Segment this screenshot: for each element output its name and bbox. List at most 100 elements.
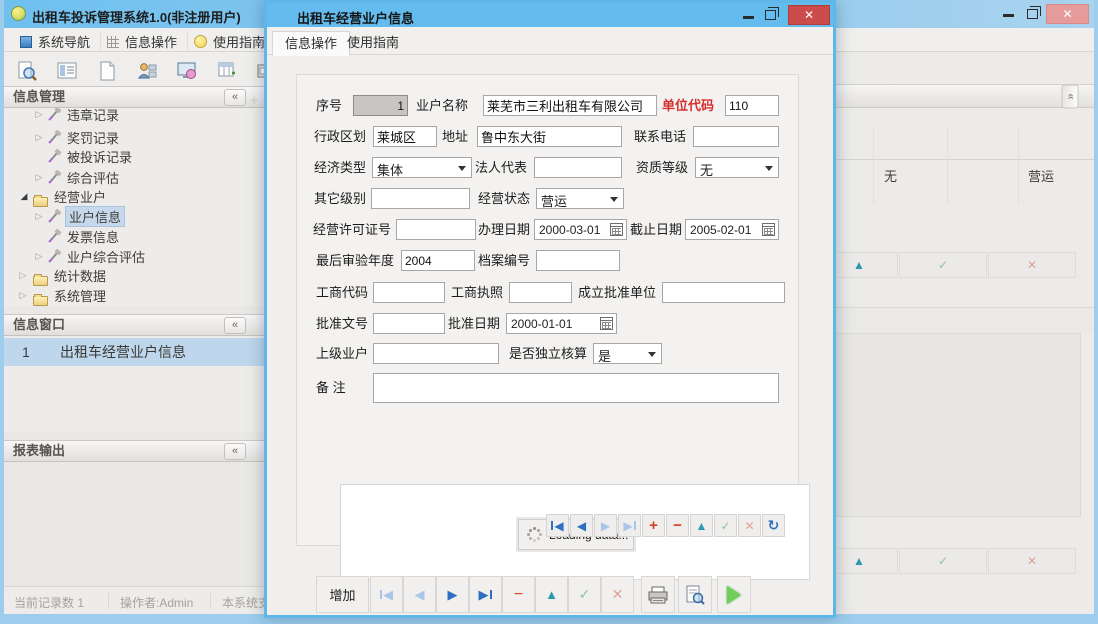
bg-post-button[interactable]: ✓ bbox=[899, 252, 987, 278]
dialog-minimize-button[interactable] bbox=[743, 16, 754, 19]
panel-title: 报表输出 bbox=[13, 443, 65, 458]
tree-item-comprehensive-eval[interactable]: ▷ 综合评估 bbox=[4, 167, 264, 187]
expander-icon[interactable]: ▷ bbox=[18, 290, 28, 301]
next-record-icon: ▶ bbox=[448, 587, 458, 603]
yehu-mingcheng-input[interactable] bbox=[483, 95, 657, 116]
field-label: 业户名称 bbox=[416, 95, 468, 116]
field-label: 批准日期 bbox=[448, 313, 500, 334]
dialog-titlebar[interactable]: 出租车经营业户信息 ✕ bbox=[267, 3, 833, 27]
info-window-row-selected[interactable]: 1 出租车经营业户信息 bbox=[4, 338, 264, 366]
tree-item-complained-records[interactable]: 被投诉记录 bbox=[4, 146, 264, 166]
add-button[interactable]: 增加 bbox=[316, 576, 369, 613]
calendar-icon[interactable] bbox=[610, 223, 623, 236]
main-tab-system-nav[interactable]: 系统导航 bbox=[10, 31, 101, 52]
toolbar-prev-button[interactable]: ◀ bbox=[403, 576, 436, 613]
chengli-pizhun-input[interactable] bbox=[662, 282, 785, 303]
gongshang-zhizhao-input[interactable] bbox=[509, 282, 572, 303]
lianxi-dianhua-input[interactable] bbox=[693, 126, 779, 147]
collapse-left-icon[interactable]: « bbox=[224, 317, 246, 334]
bg-cell-status: 营运 bbox=[1028, 166, 1054, 185]
shangji-yehu-input[interactable] bbox=[373, 343, 499, 364]
toolbar-delete-button[interactable]: − bbox=[502, 576, 535, 613]
new-document-button[interactable] bbox=[88, 56, 126, 86]
expander-icon[interactable]: ▷ bbox=[34, 132, 44, 143]
dangan-bianhao-input[interactable] bbox=[536, 250, 620, 271]
main-close-button[interactable]: ✕ bbox=[1046, 4, 1089, 24]
banli-riqi-date[interactable]: 2000-03-01 bbox=[534, 219, 627, 240]
panel-title: 信息管理 bbox=[13, 89, 65, 104]
expander-icon[interactable]: ◢ bbox=[19, 191, 29, 202]
execute-button[interactable] bbox=[717, 576, 751, 613]
expander-icon[interactable]: ▷ bbox=[34, 211, 44, 222]
bg-table-header-row: 代表 资质等级 其它级别 经营状态 bbox=[836, 128, 1094, 160]
monitor-button[interactable] bbox=[168, 56, 206, 86]
panel-header-info-manage: 信息管理 « + bbox=[4, 86, 264, 108]
bg-cancel-button[interactable]: ✕ bbox=[988, 252, 1076, 278]
qita-jibie-input[interactable] bbox=[371, 188, 470, 209]
printer-icon bbox=[647, 586, 669, 604]
expander-icon[interactable]: ▷ bbox=[34, 109, 44, 120]
field-label: 备 注 bbox=[316, 377, 346, 398]
expander-icon[interactable]: ▷ bbox=[34, 251, 44, 262]
dizhi-input[interactable] bbox=[477, 126, 622, 147]
toolbar-first-button[interactable]: ◀ bbox=[370, 576, 403, 613]
collapse-left-icon[interactable]: « bbox=[224, 443, 246, 460]
dialog-bottom-toolbar: 增加 ◀ ◀ ▶ ▶ − ▲ ✓ ✕ bbox=[267, 507, 833, 615]
jingji-leixing-combo[interactable]: 集体 bbox=[372, 157, 472, 178]
nav-square-icon bbox=[20, 36, 32, 48]
toolbar-next-button[interactable]: ▶ bbox=[436, 576, 469, 613]
tree-item-reward-records[interactable]: ▷ 奖罚记录 bbox=[4, 127, 264, 147]
tree-item-business-operators[interactable]: ◢ 经营业户 bbox=[4, 186, 264, 206]
gongshang-daima-input[interactable] bbox=[373, 282, 445, 303]
plus-icon: + bbox=[250, 90, 258, 110]
zizhi-dengji-combo[interactable]: 无 bbox=[695, 157, 779, 178]
pizhun-wenhao-input[interactable] bbox=[373, 313, 445, 334]
bg-post-button-2[interactable]: ✓ bbox=[899, 548, 987, 574]
dialog-tab-guide[interactable]: 使用指南 bbox=[335, 31, 411, 56]
print-button[interactable] bbox=[641, 576, 675, 613]
jiezhi-riqi-date[interactable]: 2005-02-01 bbox=[685, 219, 779, 240]
preview-button[interactable] bbox=[678, 576, 712, 613]
tree-item-statistics[interactable]: ▷ 统计数据 bbox=[4, 265, 264, 285]
users-button[interactable] bbox=[128, 56, 166, 86]
toolbar-last-button[interactable]: ▶ bbox=[469, 576, 502, 613]
tree-item-violation-records[interactable]: ▷ 违章记录 bbox=[4, 108, 264, 124]
field-label: 地址 bbox=[442, 126, 468, 147]
beizhu-input[interactable] bbox=[373, 373, 779, 403]
bg-cancel-button-2[interactable]: ✕ bbox=[988, 548, 1076, 574]
dialog-maximize-button[interactable] bbox=[765, 10, 776, 20]
tree-item-invoice-info[interactable]: 发票信息 bbox=[4, 226, 264, 246]
monitor-icon bbox=[176, 60, 198, 82]
danwei-daima-input[interactable] bbox=[725, 95, 779, 116]
tree-item-operator-eval[interactable]: ▷ 业户综合评估 bbox=[4, 246, 264, 266]
triangle-up-icon: ▲ bbox=[545, 587, 558, 602]
pizhun-riqi-date[interactable]: 2000-01-01 bbox=[506, 313, 617, 334]
chevron-down-icon bbox=[765, 166, 773, 171]
last-record-icon: ▶ bbox=[479, 587, 489, 603]
main-restore-button[interactable] bbox=[1027, 9, 1038, 19]
main-tab-guide[interactable]: 使用指南 bbox=[184, 31, 276, 52]
collapse-left-icon[interactable]: « bbox=[224, 89, 246, 106]
expander-icon[interactable]: ▷ bbox=[18, 270, 28, 281]
toolbar-post-button[interactable]: ✓ bbox=[568, 576, 601, 613]
tree-item-system-manage[interactable]: ▷ 系统管理 bbox=[4, 285, 264, 305]
jingying-xukezheng-input[interactable] bbox=[396, 219, 476, 240]
toolbar-edit-button[interactable]: ▲ bbox=[535, 576, 568, 613]
jingying-zhuangtai-combo[interactable]: 营运 bbox=[536, 188, 624, 209]
list-view-button[interactable] bbox=[48, 56, 86, 86]
xingzheng-quhua-input[interactable] bbox=[373, 126, 437, 147]
main-minimize-button[interactable] bbox=[1003, 14, 1014, 17]
faren-daibiao-input[interactable] bbox=[534, 157, 622, 178]
duli-hesuan-combo[interactable]: 是 bbox=[593, 343, 662, 364]
toolbar-cancel-button[interactable]: ✕ bbox=[601, 576, 634, 613]
tree-item-operator-info[interactable]: ▷ 业户信息 bbox=[4, 206, 264, 226]
collapse-up-icon[interactable]: « bbox=[1062, 85, 1079, 109]
table-add-button[interactable] bbox=[208, 56, 246, 86]
calendar-icon[interactable] bbox=[762, 223, 775, 236]
dialog-close-button[interactable]: ✕ bbox=[788, 5, 830, 25]
calendar-icon[interactable] bbox=[600, 317, 613, 330]
search-records-button[interactable] bbox=[8, 56, 46, 86]
expander-icon[interactable]: ▷ bbox=[34, 172, 44, 183]
main-tab-info-op[interactable]: 信息操作 bbox=[97, 31, 188, 52]
zuihou-shenyan-input[interactable] bbox=[401, 250, 475, 271]
